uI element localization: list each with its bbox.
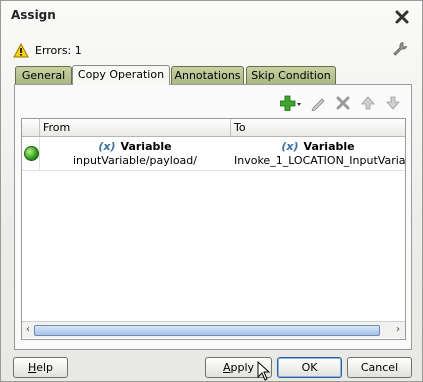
add-icon[interactable] bbox=[280, 95, 302, 111]
tab-general[interactable]: General bbox=[15, 66, 72, 84]
to-cell[interactable]: (x) Variable Invoke_1_LOCATION_InputVaria… bbox=[231, 137, 405, 170]
assign-dialog: Assign Errors: 1 General Copy Operation … bbox=[0, 0, 423, 382]
scroll-left-icon[interactable]: ‹ bbox=[22, 324, 34, 336]
table-row[interactable]: (x) Variable inputVariable/payload/ (x) Va… bbox=[22, 137, 405, 171]
cancel-button[interactable]: Cancel bbox=[347, 357, 412, 378]
help-rest: elp bbox=[36, 361, 54, 374]
to-type-label: Variable bbox=[303, 140, 355, 153]
wrench-icon[interactable] bbox=[392, 41, 408, 57]
delete-icon[interactable] bbox=[335, 95, 351, 111]
errors-label: Errors: 1 bbox=[35, 43, 82, 57]
ok-button[interactable]: OK bbox=[277, 357, 342, 378]
row-status-cell bbox=[22, 137, 40, 170]
table-header: From To bbox=[22, 119, 405, 137]
help-button[interactable]: Help bbox=[13, 357, 68, 378]
apply-rest: pply bbox=[230, 361, 255, 374]
help-mnemonic: H bbox=[27, 361, 37, 374]
to-type: (x) Variable bbox=[231, 140, 405, 153]
move-up-icon[interactable] bbox=[360, 95, 376, 111]
close-icon[interactable] bbox=[394, 9, 410, 25]
tab-copy-operation[interactable]: Copy Operation bbox=[72, 65, 170, 85]
dialog-title: Assign bbox=[11, 8, 56, 22]
green-status-icon bbox=[24, 146, 39, 161]
mouse-pointer-icon bbox=[257, 361, 271, 381]
to-path: Invoke_1_LOCATION_InputVariabl bbox=[234, 154, 405, 167]
tab-skip-condition[interactable]: Skip Condition bbox=[246, 66, 336, 84]
copy-operation-panel: From To (x) Variable inputVariable/payloa… bbox=[14, 84, 412, 350]
warning-icon bbox=[13, 42, 29, 57]
scrollbar-thumb[interactable] bbox=[34, 325, 380, 336]
from-type-label: Variable bbox=[120, 140, 172, 153]
horizontal-scrollbar[interactable]: ‹ › bbox=[22, 321, 405, 338]
scroll-right-icon[interactable]: › bbox=[392, 324, 404, 336]
move-down-icon[interactable] bbox=[385, 95, 401, 111]
edit-icon[interactable] bbox=[310, 95, 326, 111]
from-path: inputVariable/payload/ bbox=[73, 154, 197, 167]
column-header-from[interactable]: From bbox=[39, 119, 230, 136]
variable-icon: (x) bbox=[98, 140, 116, 153]
errors-status: Errors: 1 bbox=[13, 41, 82, 59]
variable-icon: (x) bbox=[281, 140, 299, 153]
copy-rules-table: From To (x) Variable inputVariable/payloa… bbox=[21, 118, 406, 340]
apply-mnemonic: A bbox=[222, 361, 231, 374]
column-header-to[interactable]: To bbox=[230, 119, 404, 136]
from-type: (x) Variable bbox=[40, 140, 230, 153]
from-cell[interactable]: (x) Variable inputVariable/payload/ bbox=[40, 137, 230, 170]
tab-annotations[interactable]: Annotations bbox=[171, 66, 244, 84]
